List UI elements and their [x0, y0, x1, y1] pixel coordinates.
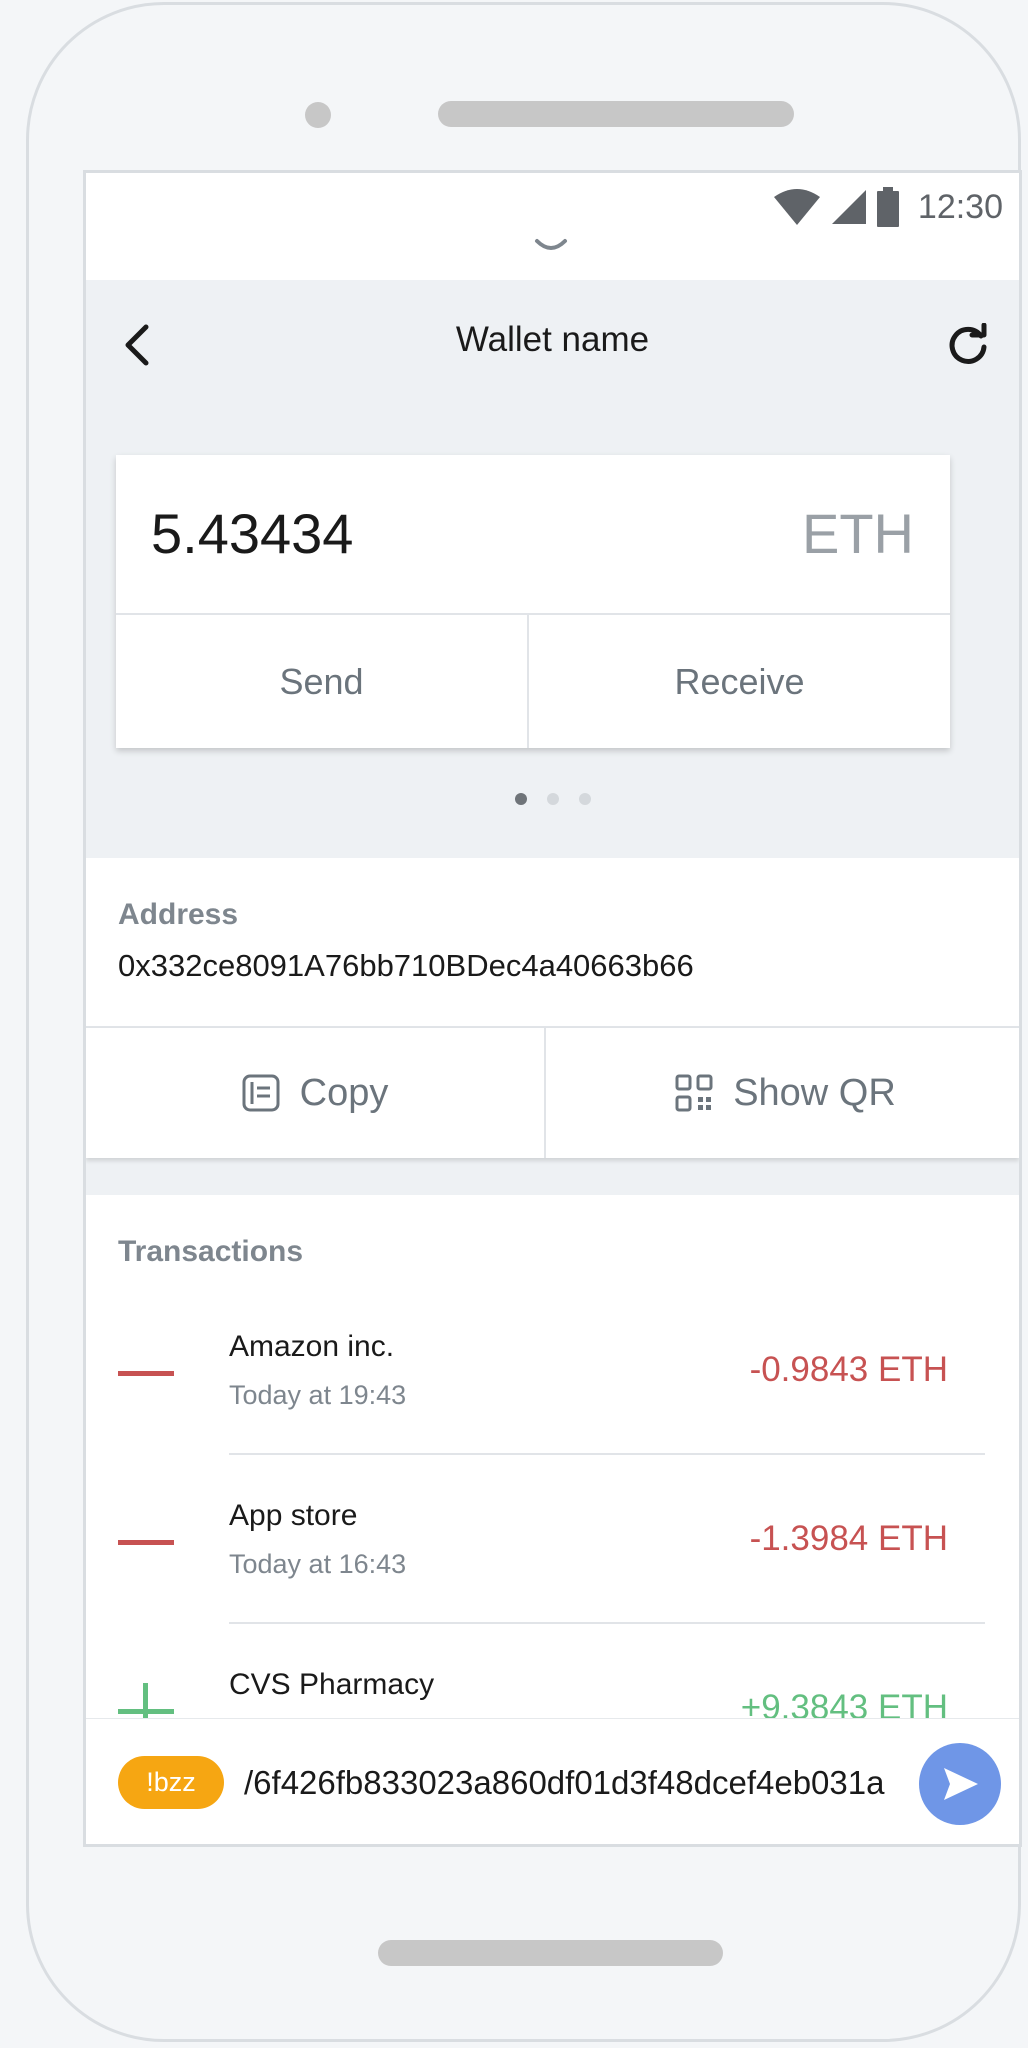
earpiece-speaker — [438, 101, 794, 127]
status-icons: 12:30 — [772, 185, 1003, 229]
send-button[interactable]: Send — [116, 615, 529, 748]
address-section: Address 0x332ce8091A76bb710BDec4a40663b6… — [86, 858, 1019, 1028]
phone-frame: 12:30 Wallet name 5.43434 ETH Send Recei… — [26, 2, 1022, 2042]
app-screen: 12:30 Wallet name 5.43434 ETH Send Recei… — [83, 170, 1022, 1847]
send-message-button[interactable] — [919, 1743, 1001, 1825]
copy-button[interactable]: Copy — [86, 1028, 546, 1158]
balance-card: 5.43434 ETH Send Receive — [116, 455, 950, 748]
status-bar: 12:30 — [86, 173, 1019, 280]
address-value: 0x332ce8091A76bb710BDec4a40663b66 — [118, 948, 694, 983]
balance-amount: 5.43434 — [151, 502, 354, 565]
battery-icon — [876, 187, 899, 227]
wifi-icon — [773, 189, 820, 225]
pager-dot[interactable] — [546, 793, 559, 805]
receive-button[interactable]: Receive — [529, 615, 950, 748]
home-indicator — [378, 1940, 723, 1966]
transaction-amount: -1.3984 ETH — [749, 1519, 948, 1558]
transaction-time: Today at 16:43 — [229, 1549, 407, 1579]
pager-dot-active[interactable] — [514, 793, 527, 805]
copy-icon — [242, 1074, 280, 1112]
send-icon — [944, 1768, 978, 1800]
status-time: 12:30 — [917, 187, 1003, 226]
show-qr-button[interactable]: Show QR — [546, 1028, 1019, 1158]
bzz-tag[interactable]: !bzz — [118, 1756, 224, 1809]
command-bar: !bzz — [86, 1718, 1019, 1844]
balance-row: 5.43434 ETH — [116, 455, 950, 615]
refresh-button[interactable] — [943, 315, 993, 375]
transaction-row[interactable]: App store Today at 16:43 -1.3984 ETH — [86, 1489, 1019, 1658]
app-bar: Wallet name — [86, 280, 1019, 410]
transaction-name: App store — [229, 1499, 358, 1532]
chevron-down-icon[interactable] — [531, 235, 571, 257]
cellular-signal-icon — [831, 190, 866, 224]
page-title: Wallet name — [455, 320, 650, 359]
address-actions: Copy Show QR — [86, 1028, 1019, 1158]
copy-label: Copy — [299, 1071, 389, 1114]
transactions-heading: Transactions — [118, 1235, 304, 1268]
balance-currency: ETH — [802, 502, 914, 565]
minus-icon — [118, 1540, 174, 1545]
transactions-section: Transactions Amazon inc. Today at 19:43 … — [86, 1195, 1019, 1755]
transaction-name: Amazon inc. — [229, 1330, 395, 1363]
transaction-row[interactable]: Amazon inc. Today at 19:43 -0.9843 ETH — [86, 1320, 1019, 1489]
hash-input[interactable] — [244, 1753, 894, 1813]
address-label: Address — [118, 898, 239, 931]
transaction-time: Today at 19:43 — [229, 1380, 407, 1410]
transaction-name: CVS Pharmacy — [229, 1668, 435, 1701]
refresh-icon — [949, 323, 987, 364]
card-pager-dots — [86, 793, 1019, 805]
transaction-amount: -0.9843 ETH — [749, 1350, 948, 1389]
show-qr-label: Show QR — [733, 1071, 896, 1114]
divider — [229, 1453, 985, 1455]
front-camera — [305, 102, 331, 128]
qr-code-icon — [675, 1074, 713, 1112]
divider — [229, 1622, 985, 1624]
pager-dot[interactable] — [578, 793, 591, 805]
minus-icon — [118, 1371, 174, 1376]
